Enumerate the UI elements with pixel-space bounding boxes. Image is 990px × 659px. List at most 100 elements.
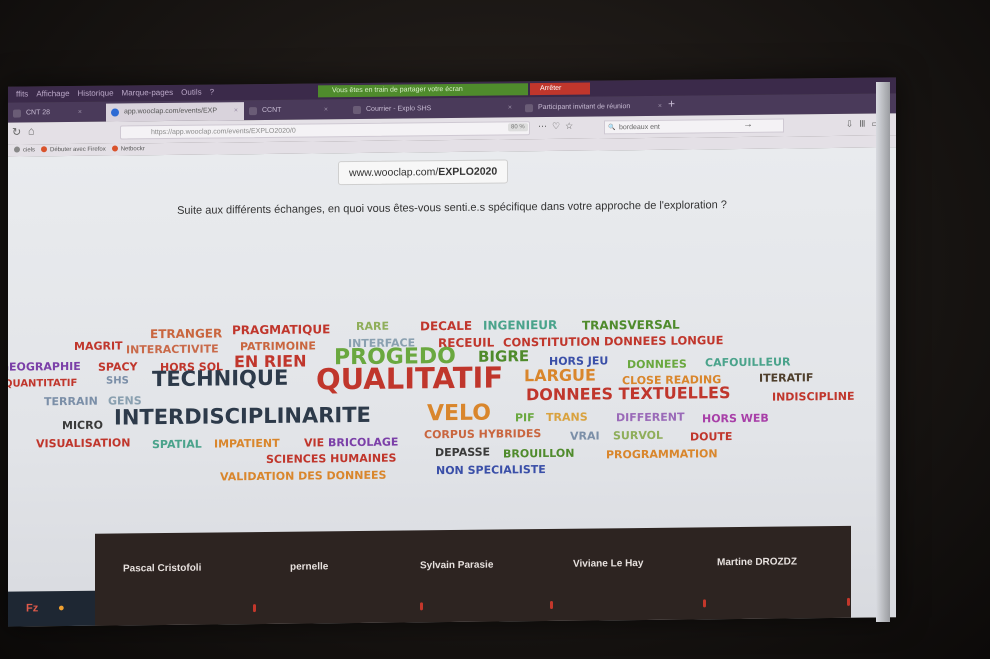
address-bar[interactable]: https://app.wooclap.com/events/EXPLO2020…	[120, 121, 530, 140]
zoom-badge[interactable]: 80 %	[508, 123, 528, 132]
windows-taskbar: Fz ●	[8, 590, 95, 627]
word-cloud-word: INGENIEUR	[483, 317, 558, 333]
muted-mic-icon	[420, 602, 423, 611]
word-cloud-word: CONSTITUTION DONNEES LONGUE	[503, 333, 724, 350]
muted-mic-icon	[253, 604, 256, 613]
menu-item[interactable]: Outils	[181, 85, 201, 101]
bookmark-label: ciels	[23, 147, 36, 154]
word-cloud-word: BRICOLAGE	[328, 435, 399, 450]
word-cloud-word: BROUILLON	[503, 446, 575, 461]
word-cloud-word: PROGRAMMATION	[606, 447, 718, 462]
word-cloud-word: DIFFERENT	[616, 410, 685, 425]
word-cloud-word: TECHNIQUE	[152, 365, 289, 392]
word-cloud-word: SURVOL	[613, 428, 664, 443]
tab-favicon-icon	[111, 108, 119, 117]
word-cloud-word: MAGRIT	[74, 339, 123, 353]
word-cloud-word: QUALITATIF	[316, 360, 504, 397]
close-tab-icon[interactable]: ×	[234, 102, 238, 120]
bookmark-icon	[111, 145, 118, 152]
word-cloud-word: CORPUS HYBRIDES	[424, 427, 542, 442]
participant-name: Sylvain Parasie	[420, 559, 494, 572]
word-cloud-word: PATRIMOINE	[240, 339, 316, 354]
home-icon[interactable]: ⌂	[28, 125, 35, 137]
word-cloud-word: VALIDATION DES DONNEES	[220, 468, 387, 484]
word-cloud-word: HORS WEB	[702, 411, 769, 426]
new-tab-button[interactable]: +	[668, 97, 675, 111]
word-cloud-word: DONNEES TEXTUELLES	[526, 383, 731, 405]
word-cloud-word: IMPATIENT	[214, 436, 280, 451]
tab-label: Courrier - Explo SHS	[366, 105, 432, 113]
menu-item[interactable]: Affichage	[36, 86, 69, 102]
word-cloud-word: ITERATIF	[759, 371, 814, 385]
word-cloud-word: ETRANGER	[150, 326, 223, 342]
projected-screen: ffits Affichage Historique Marque-pages Outi…	[8, 77, 896, 627]
tab-favicon-icon	[525, 104, 533, 113]
word-cloud-word: CAFOUILLEUR	[705, 355, 791, 370]
tab-label: Participant invitant de réunion	[538, 103, 631, 112]
word-cloud-word: VISUALISATION	[36, 436, 131, 451]
word-cloud-word: PRAGMATIQUE	[232, 322, 331, 338]
bookmark-item[interactable]: ciels	[14, 144, 35, 156]
close-tab-icon[interactable]: ×	[658, 98, 662, 116]
search-go-icon[interactable]: →	[743, 119, 753, 130]
word-cloud-word: QUANTITATIF	[8, 377, 78, 390]
reload-icon[interactable]: ↻	[12, 126, 21, 139]
menu-item[interactable]: ffits	[16, 86, 28, 102]
browser-tab[interactable]: CNT 28 ×	[8, 104, 88, 123]
tab-label: CCNT	[262, 106, 282, 114]
word-cloud-word: TRANSVERSAL	[582, 317, 680, 333]
word-cloud-word: SPACY	[98, 360, 138, 374]
muted-mic-icon	[550, 600, 553, 609]
bookmark-icon	[41, 146, 48, 153]
stop-sharing-button[interactable]: Arrêter	[530, 82, 590, 96]
word-cloud-word: TERRAIN	[44, 394, 98, 409]
bookmark-label: Débuter avec Firefox	[50, 146, 106, 154]
word-cloud-word: TRANS	[546, 410, 588, 425]
word-cloud-word: DECALE	[420, 318, 473, 334]
word-cloud-word: DONNEES	[627, 357, 687, 372]
word-cloud-word: SCIENCES HUMAINES	[266, 451, 397, 466]
word-cloud-word: DOUTE	[690, 430, 733, 444]
word-cloud-word: GEOGRAPHIE	[8, 359, 81, 374]
word-cloud-word: VELO	[427, 400, 491, 427]
bookmark-item[interactable]: Netbockr	[111, 143, 145, 155]
word-cloud-word: PIF	[515, 411, 535, 425]
browser-tab[interactable]: CCNT ×	[244, 101, 334, 120]
bookmark-item[interactable]: Débuter avec Firefox	[41, 144, 106, 157]
muted-mic-icon	[847, 597, 850, 606]
word-cloud-word: VRAI	[570, 429, 600, 443]
bookmark-icon	[14, 146, 20, 154]
participants-bar: Pascal Cristofoli pernelle Sylvain Parasie…	[95, 525, 851, 626]
participant-name: Martine DROZDZ	[717, 556, 797, 569]
tab-favicon-icon	[353, 105, 361, 115]
word-cloud-word: INTERACTIVITE	[126, 342, 219, 357]
word-cloud-word: RARE	[356, 319, 389, 334]
close-tab-icon[interactable]: ×	[508, 99, 512, 117]
screen-share-banner: Vous êtes en train de partager votre écr…	[318, 83, 528, 98]
menu-item[interactable]: Historique	[78, 86, 114, 102]
participant-name: Pascal Cristofoli	[123, 562, 202, 575]
menu-item[interactable]: ?	[210, 84, 214, 100]
tab-favicon-icon	[249, 107, 257, 116]
filezilla-icon[interactable]: Fz	[26, 602, 38, 614]
close-tab-icon[interactable]: ×	[324, 101, 328, 119]
browser-tab[interactable]: Participant invitant de réunion ×	[520, 98, 668, 118]
browser-tab[interactable]: Courrier - Explo SHS ×	[348, 99, 518, 119]
page-actions-icon[interactable]: ⋯♡☆	[538, 121, 578, 132]
tab-label: CNT 28	[26, 109, 50, 117]
participant-name: Viviane Le Hay	[573, 557, 644, 570]
bookmark-label: Netbockr	[120, 146, 145, 153]
word-cloud-word: INDISCIPLINE	[772, 389, 855, 404]
close-tab-icon[interactable]: ×	[78, 104, 82, 122]
browser-tab[interactable]: app.wooclap.com/events/EXP ×	[106, 102, 244, 122]
word-cloud-word: DEPASSE	[435, 445, 491, 460]
screen-edge	[876, 82, 890, 622]
word-cloud-word: INTERDISCIPLINARITE	[114, 402, 371, 430]
firefox-icon[interactable]: ●	[58, 602, 65, 614]
tab-label: app.wooclap.com/events/EXP	[124, 107, 217, 116]
menu-item[interactable]: Marque-pages	[122, 85, 174, 102]
word-cloud-word: SPATIAL	[152, 437, 202, 452]
search-input[interactable]: bordeaux ent	[604, 118, 784, 135]
word-cloud-word: VIE	[304, 436, 325, 450]
tab-favicon-icon	[13, 109, 21, 118]
